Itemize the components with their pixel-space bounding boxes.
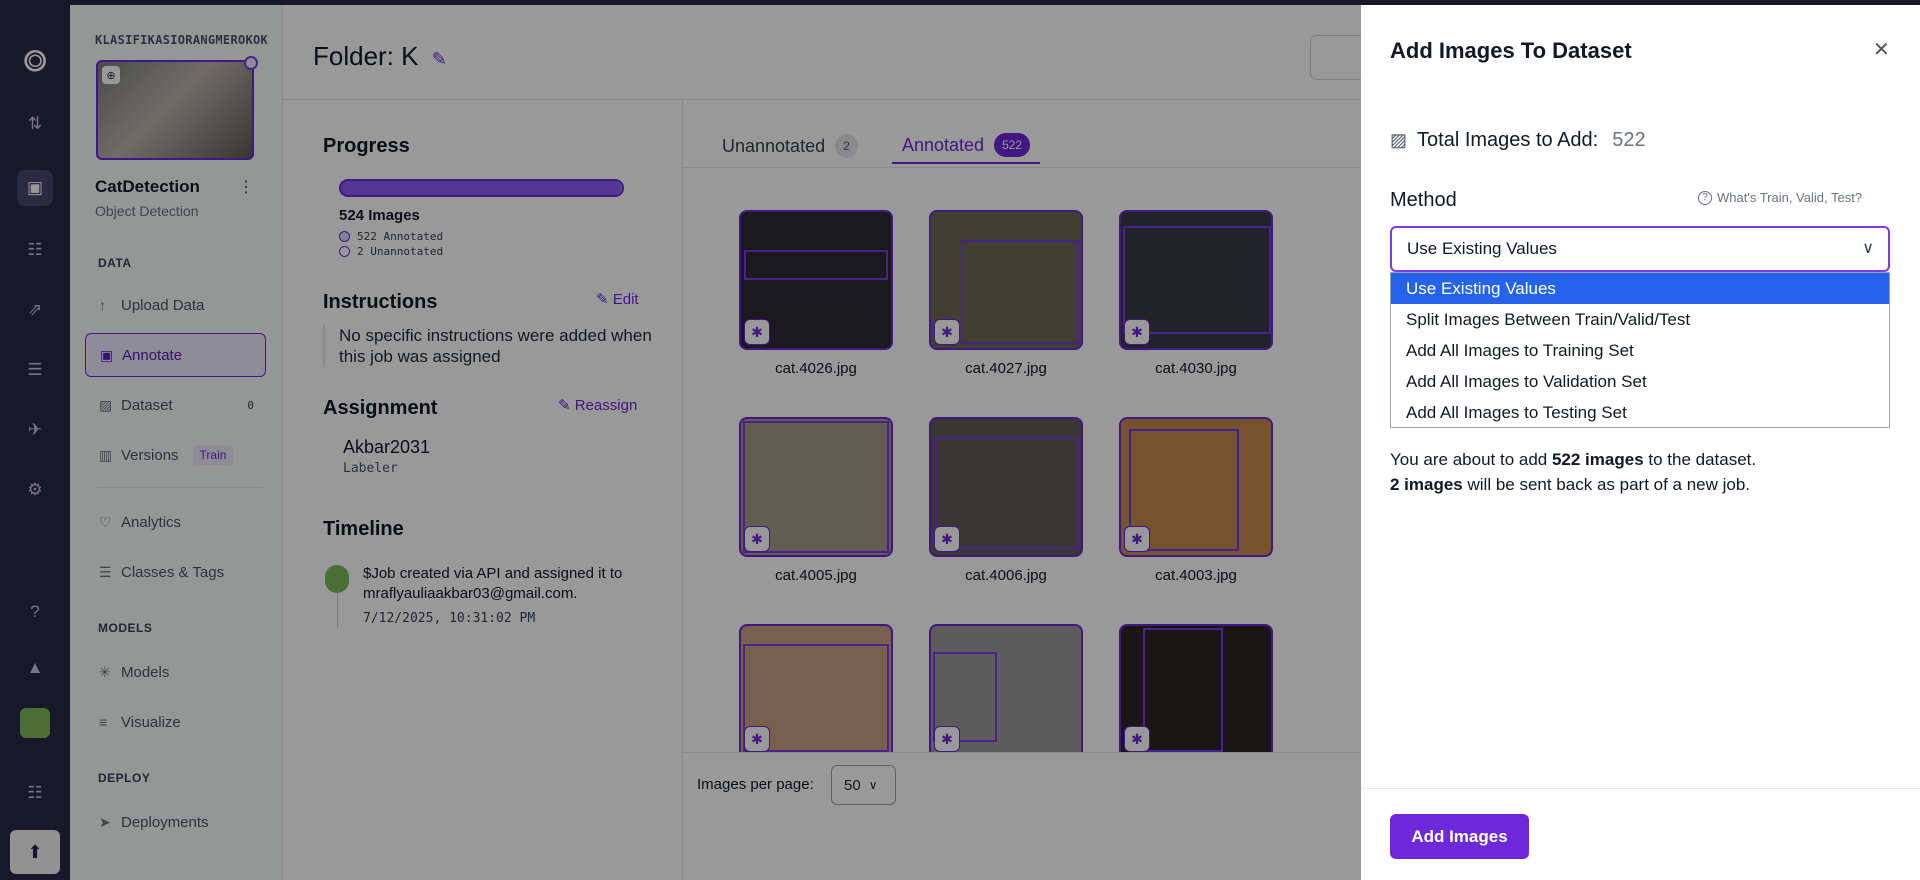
method-select[interactable]: Use Existing Values ∨	[1390, 226, 1890, 272]
drawer-title: Add Images To Dataset	[1390, 38, 1632, 63]
help-link-text: What's Train, Valid, Test?	[1717, 190, 1863, 205]
chevron-down-icon: ∨	[1862, 240, 1874, 257]
summary-line-1: You are about to add 522 images to the d…	[1390, 447, 1756, 472]
method-option[interactable]: Add All Images to Testing Set	[1391, 397, 1889, 428]
summary-line-2: 2 images will be sent back as part of a …	[1390, 472, 1756, 497]
train-valid-test-help-link[interactable]: ? What's Train, Valid, Test?	[1698, 190, 1862, 205]
close-icon[interactable]: ✕	[1873, 37, 1890, 62]
image-icon: ▨	[1390, 130, 1408, 150]
summary-sendback-count: 2 images	[1390, 475, 1463, 494]
drawer-footer-divider	[1361, 788, 1920, 789]
total-images-label: Total Images to Add:	[1417, 129, 1599, 151]
summary-prefix: You are about to add	[1390, 450, 1552, 469]
method-option[interactable]: Add All Images to Validation Set	[1391, 366, 1889, 397]
add-images-button[interactable]: Add Images	[1390, 814, 1529, 859]
add-images-drawer: Add Images To Dataset ✕ ▨ Total Images t…	[1361, 5, 1920, 880]
summary-suffix: to the dataset.	[1643, 450, 1757, 469]
total-images-value: 522	[1612, 129, 1646, 151]
method-select-value: Use Existing Values	[1407, 239, 1557, 258]
total-images-row: ▨ Total Images to Add: 522	[1390, 129, 1646, 152]
method-options-list: Use Existing Values Split Images Between…	[1390, 272, 1890, 428]
method-option[interactable]: Add All Images to Training Set	[1391, 335, 1889, 366]
add-images-summary: You are about to add 522 images to the d…	[1390, 447, 1756, 497]
method-option[interactable]: Split Images Between Train/Valid/Test	[1391, 304, 1889, 335]
summary-count: 522 images	[1551, 450, 1644, 469]
method-option[interactable]: Use Existing Values	[1391, 273, 1889, 304]
question-icon: ?	[1698, 190, 1712, 205]
method-label: Method	[1390, 189, 1457, 211]
summary-sendback-text: will be sent back as part of a new job.	[1462, 475, 1751, 494]
